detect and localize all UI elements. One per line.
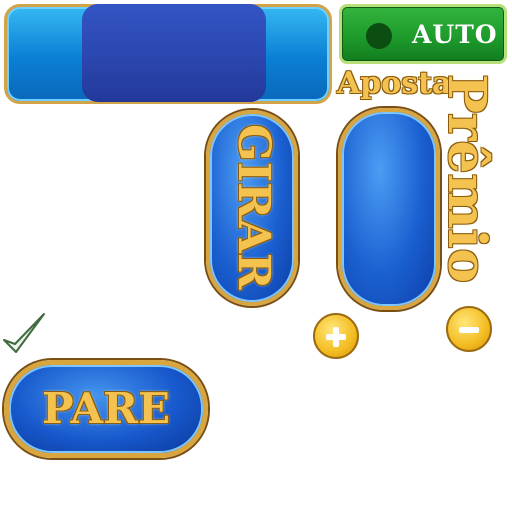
- minus-icon[interactable]: [446, 306, 492, 352]
- plus-icon[interactable]: [313, 313, 359, 359]
- minus-stroke: [459, 327, 479, 333]
- auto-button[interactable]: AUTO: [339, 4, 507, 64]
- auto-button-label: AUTO: [412, 20, 498, 49]
- auto-status-indicator-icon: [366, 23, 392, 49]
- blank-vertical-button[interactable]: [338, 108, 440, 310]
- pare-button-label: PARE: [41, 384, 171, 433]
- girar-label-container: GIRAR: [219, 112, 281, 304]
- top-bar-display-panel: [82, 4, 266, 102]
- checkmark-icon[interactable]: [2, 310, 46, 356]
- girar-button-label: GIRAR: [228, 124, 279, 290]
- premio-label-container: Prêmio: [428, 74, 512, 306]
- plus-vertical-stroke: [333, 327, 339, 347]
- premio-label: Prêmio: [436, 74, 497, 284]
